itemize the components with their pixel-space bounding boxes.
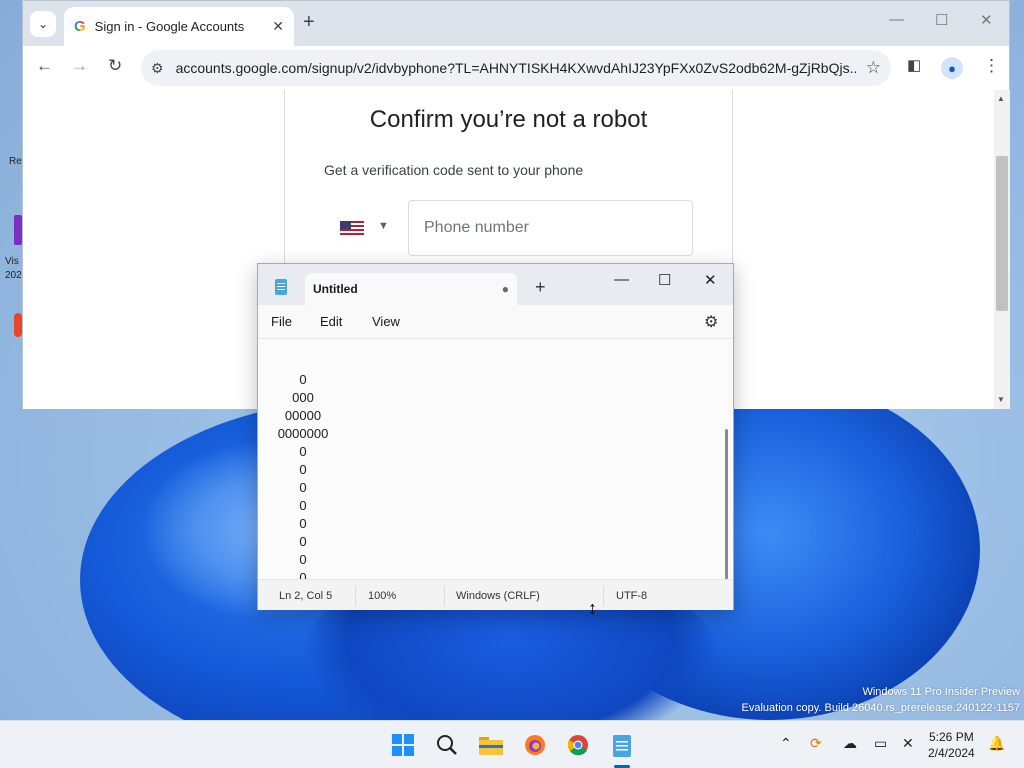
notepad-close-icon[interactable]: ✕ bbox=[704, 271, 717, 289]
text-line: 0 bbox=[299, 552, 307, 567]
system-clock[interactable]: 5:26 PM 2/4/2024 bbox=[928, 729, 975, 761]
text-content[interactable]: 0 000 00000 0000000 0 0 0 0 0 0 0 0 bbox=[258, 371, 348, 579]
watermark-line1: Windows 11 Pro Insider Preview bbox=[862, 686, 1020, 698]
page-scrollbar[interactable]: ▲ ▼ bbox=[994, 90, 1010, 409]
maximize-icon[interactable]: ☐ bbox=[935, 11, 948, 29]
cloud-offline-icon[interactable]: ☁ bbox=[843, 735, 857, 752]
new-tab-button[interactable]: + bbox=[303, 11, 315, 34]
status-divider bbox=[444, 586, 445, 606]
menu-edit[interactable]: Edit bbox=[320, 314, 342, 329]
text-line: 0 bbox=[299, 534, 307, 549]
firefox-icon[interactable] bbox=[521, 731, 549, 759]
text-line: 0 bbox=[299, 516, 307, 531]
encoding: UTF-8 bbox=[616, 590, 648, 602]
volume-muted-icon[interactable]: ✕ bbox=[902, 735, 914, 752]
notepad-menubar: File Edit View ⚙ bbox=[258, 305, 733, 339]
menu-file[interactable]: File bbox=[271, 314, 292, 329]
app-shortcut-icon[interactable] bbox=[14, 313, 22, 337]
clock-date: 2/4/2024 bbox=[928, 746, 975, 760]
text-line: 0 bbox=[299, 498, 307, 513]
zoom-level: 100% bbox=[368, 590, 397, 602]
scroll-up-arrow-icon[interactable]: ▲ bbox=[997, 94, 1005, 103]
notepad-statusbar: Ln 2, Col 5 100% Windows (CRLF) UTF-8 bbox=[258, 579, 733, 610]
notepad-window: Untitled ● + — ☐ ✕ File Edit View ⚙ 0 00… bbox=[257, 263, 734, 610]
tab-title: Sign in - Google Accounts bbox=[94, 19, 245, 34]
text-line: 000 bbox=[292, 390, 314, 405]
notepad-taskbar-icon[interactable] bbox=[608, 731, 636, 759]
notepad-minimize-icon[interactable]: — bbox=[614, 271, 629, 288]
menu-view[interactable]: View bbox=[372, 314, 400, 329]
notepad-new-tab-button[interactable]: + bbox=[535, 277, 546, 298]
settings-gear-icon[interactable]: ⚙ bbox=[704, 312, 718, 332]
us-flag-icon[interactable] bbox=[340, 221, 364, 235]
verification-subtext: Get a verification code sent to your pho… bbox=[324, 162, 584, 178]
start-windows-icon[interactable] bbox=[389, 731, 417, 759]
desktop-icon-label[interactable]: Vis bbox=[5, 256, 19, 267]
cursor-position: Ln 2, Col 5 bbox=[279, 590, 333, 602]
close-window-icon[interactable]: ✕ bbox=[980, 11, 993, 29]
text-line: 0 bbox=[299, 372, 307, 387]
address-bar[interactable]: ⚙ accounts.google.com/signup/v2/idvbypho… bbox=[141, 50, 891, 86]
desktop-icon-label[interactable]: Re bbox=[9, 156, 22, 167]
bookmark-star-icon[interactable]: ☆ bbox=[866, 58, 881, 78]
notepad-titlebar[interactable]: Untitled ● + — ☐ ✕ bbox=[258, 264, 733, 305]
notepad-text-area[interactable]: 0 000 00000 0000000 0 0 0 0 0 0 0 0 bbox=[258, 339, 728, 579]
scroll-down-arrow-icon[interactable]: ▼ bbox=[997, 395, 1005, 404]
status-divider bbox=[603, 586, 604, 606]
tab-search-button[interactable]: ⌄ bbox=[30, 11, 56, 37]
profile-avatar-icon[interactable]: ● bbox=[941, 57, 963, 79]
forward-arrow-icon[interactable]: → bbox=[71, 56, 88, 76]
tab-strip: ⌄ G Sign in - Google Accounts ✕ + — ☐ ✕ bbox=[23, 1, 1009, 46]
text-line: 0 bbox=[299, 480, 307, 495]
notification-bell-icon[interactable]: 🔔 bbox=[988, 735, 1005, 752]
close-icon[interactable]: ✕ bbox=[272, 18, 284, 35]
show-hidden-icons-chevron-icon[interactable]: ⌃ bbox=[780, 735, 792, 752]
scrollbar-thumb[interactable] bbox=[996, 156, 1008, 311]
google-logo-icon: G bbox=[74, 18, 86, 35]
minimize-icon[interactable]: — bbox=[889, 11, 904, 28]
text-line: 0000000 bbox=[277, 426, 329, 441]
side-panel-icon[interactable]: ◧ bbox=[907, 56, 921, 74]
back-arrow-icon[interactable]: ← bbox=[36, 56, 53, 76]
notepad-tab-title: Untitled bbox=[313, 282, 358, 296]
file-explorer-icon[interactable] bbox=[477, 731, 505, 759]
unsaved-dot-icon[interactable]: ● bbox=[502, 282, 509, 296]
notepad-scrollbar[interactable] bbox=[725, 429, 728, 579]
url-text[interactable]: accounts.google.com/signup/v2/idvbyphone… bbox=[176, 60, 856, 76]
text-line: 0 bbox=[299, 462, 307, 477]
more-menu-icon[interactable]: ⋮ bbox=[983, 56, 1000, 76]
site-info-icon[interactable]: ⚙ bbox=[151, 60, 164, 77]
tab-google-accounts[interactable]: G Sign in - Google Accounts ✕ bbox=[64, 7, 294, 46]
resize-cursor-icon: ↕ bbox=[588, 598, 597, 618]
text-line: 0 bbox=[299, 570, 307, 579]
text-line: 00000 bbox=[284, 408, 322, 423]
notepad-app-icon bbox=[275, 279, 287, 295]
page-title: Confirm you’re not a robot bbox=[369, 106, 648, 133]
browser-toolbar: ← → ↻ ⚙ accounts.google.com/signup/v2/id… bbox=[23, 46, 1009, 90]
desktop-icon-label[interactable]: 202 bbox=[5, 270, 22, 281]
network-icon[interactable]: ▭ bbox=[874, 735, 887, 752]
text-line: 0 bbox=[299, 444, 307, 459]
clock-time: 5:26 PM bbox=[929, 730, 974, 744]
watermark-line2: Evaluation copy. Build 26040.rs_prerelea… bbox=[741, 702, 1020, 714]
notepad-maximize-icon[interactable]: ☐ bbox=[658, 271, 671, 289]
reload-icon[interactable]: ↻ bbox=[108, 56, 122, 76]
search-icon[interactable] bbox=[433, 731, 461, 759]
visual-studio-icon[interactable] bbox=[14, 215, 22, 245]
line-ending: Windows (CRLF) bbox=[456, 590, 540, 602]
chrome-icon[interactable] bbox=[564, 731, 592, 759]
taskbar: ⌃ ⟳ ☁ ▭ ✕ 5:26 PM 2/4/2024 🔔 bbox=[0, 720, 1024, 768]
notepad-tab-untitled[interactable]: Untitled ● bbox=[305, 273, 517, 305]
country-dropdown-arrow-icon[interactable]: ▼ bbox=[378, 220, 389, 232]
phone-number-input[interactable] bbox=[408, 200, 693, 256]
chevron-down-icon: ⌄ bbox=[37, 17, 49, 31]
status-divider bbox=[355, 586, 356, 606]
update-icon[interactable]: ⟳ bbox=[810, 735, 822, 752]
